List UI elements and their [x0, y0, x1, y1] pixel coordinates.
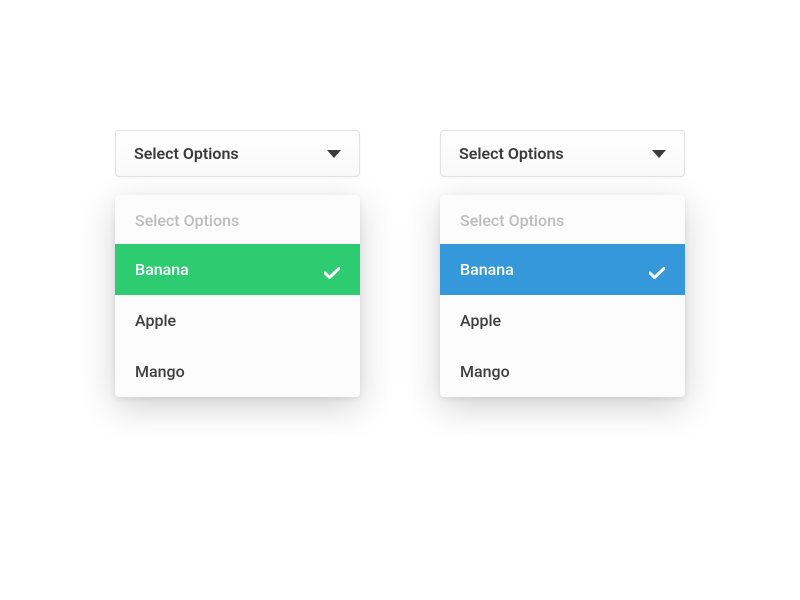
caret-down-icon — [327, 150, 341, 158]
option-item-banana[interactable]: Banana — [440, 244, 685, 295]
option-item-banana[interactable]: Banana — [115, 244, 360, 295]
options-header: Select Options — [115, 195, 360, 244]
check-icon — [324, 264, 340, 276]
option-item-apple[interactable]: Apple — [440, 295, 685, 346]
option-item-mango[interactable]: Mango — [115, 346, 360, 397]
options-panel: Select Options Banana Apple Mango — [115, 195, 360, 397]
select-button[interactable]: Select Options — [440, 130, 685, 177]
option-label: Mango — [460, 362, 510, 381]
dropdown-green: Select Options Select Options Banana App… — [115, 130, 360, 397]
select-button-label: Select Options — [459, 144, 564, 163]
select-button[interactable]: Select Options — [115, 130, 360, 177]
check-icon — [649, 264, 665, 276]
option-item-apple[interactable]: Apple — [115, 295, 360, 346]
select-button-label: Select Options — [134, 144, 239, 163]
option-label: Mango — [135, 362, 185, 381]
options-panel: Select Options Banana Apple Mango — [440, 195, 685, 397]
option-label: Apple — [460, 311, 501, 330]
dropdown-blue: Select Options Select Options Banana App… — [440, 130, 685, 397]
caret-down-icon — [652, 150, 666, 158]
option-label: Banana — [135, 260, 189, 279]
option-label: Apple — [135, 311, 176, 330]
option-item-mango[interactable]: Mango — [440, 346, 685, 397]
option-label: Banana — [460, 260, 514, 279]
options-header: Select Options — [440, 195, 685, 244]
